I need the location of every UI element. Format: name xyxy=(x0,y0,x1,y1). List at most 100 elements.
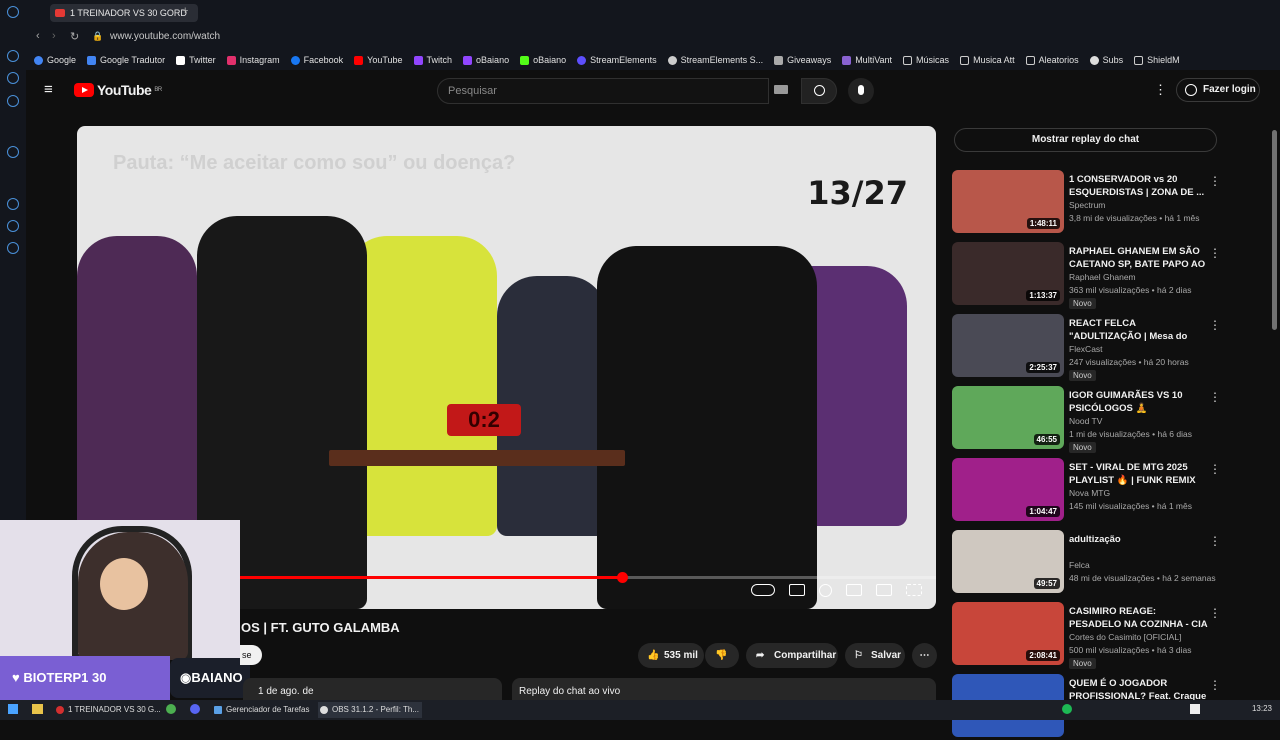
video-thumbnail[interactable]: 46:55 xyxy=(952,386,1064,449)
recommendation-title[interactable]: adultização xyxy=(1069,533,1209,559)
login-button[interactable]: Fazer login xyxy=(1176,78,1260,102)
description-box[interactable]: 1 de ago. de xyxy=(243,678,502,700)
new-tab-icon[interactable]: + xyxy=(182,5,188,17)
voice-search-button[interactable] xyxy=(848,78,874,104)
bookmark-giveaways[interactable]: Giveaways xyxy=(774,55,831,65)
url-input[interactable]: www.youtube.com/watch xyxy=(110,31,220,42)
recommendation-item[interactable]: 2:08:41 CASIMIRO REAGE: PESADELO NA COZIN… xyxy=(952,602,1222,669)
wifi-tray-icon[interactable] xyxy=(1190,704,1200,714)
more-options-icon[interactable]: ⋮ xyxy=(1154,82,1167,98)
menu-icon[interactable]: ≡ xyxy=(44,81,53,98)
dislike-button[interactable]: 👎 xyxy=(705,643,739,668)
bookmark-obaiano-twitch[interactable]: oBaiano xyxy=(463,55,509,65)
recommendation-item[interactable]: 1:48:11 1 CONSERVADOR vs 20 ESQUERDISTAS … xyxy=(952,170,1222,236)
subscribe-chip[interactable]: se xyxy=(240,645,262,665)
extensions-icon[interactable] xyxy=(7,220,19,232)
messenger-icon[interactable] xyxy=(7,50,19,62)
recommendation-channel[interactable]: Felca xyxy=(1069,560,1090,570)
more-options-icon[interactable]: ⋮ xyxy=(1209,318,1221,332)
bookmark-facebook[interactable]: Facebook xyxy=(290,55,343,65)
youtube-logo[interactable]: YouTube BR xyxy=(74,82,162,98)
keyboard-icon[interactable] xyxy=(774,85,788,94)
bookmark-subs[interactable]: Subs xyxy=(1089,55,1123,65)
theater-mode-icon[interactable] xyxy=(876,584,892,596)
recommendation-item[interactable]: 1:13:37 RAPHAEL GHANEM EM SÃO CAETANO SP,… xyxy=(952,242,1222,309)
show-chat-replay-button[interactable]: Mostrar replay do chat xyxy=(954,128,1217,152)
bookmark-shieldm[interactable]: ShieldM xyxy=(1134,55,1180,65)
recommendation-channel[interactable]: Spectrum xyxy=(1069,200,1105,210)
like-button[interactable]: 👍 535 mil xyxy=(638,643,704,668)
save-button[interactable]: ⚐ Salvar xyxy=(845,643,905,668)
settings-gear-icon[interactable] xyxy=(819,584,832,597)
more-options-icon[interactable]: ⋮ xyxy=(1209,678,1221,692)
taskbar-item-browser[interactable]: 1 TREINADOR VS 30 G... xyxy=(54,702,161,718)
bookmark-twitch[interactable]: Twitch xyxy=(413,55,452,65)
autoplay-toggle-icon[interactable] xyxy=(751,584,775,596)
subtitles-icon[interactable] xyxy=(789,584,805,596)
video-thumbnail[interactable]: 2:25:37 xyxy=(952,314,1064,377)
recommendation-channel[interactable]: FlexCast xyxy=(1069,344,1103,354)
recommendation-title[interactable]: 1 CONSERVADOR vs 20 ESQUERDISTAS | ZONA … xyxy=(1069,173,1209,199)
recommendation-title[interactable]: IGOR GUIMARÃES VS 10 PSICÓLOGOS 🧘 xyxy=(1069,389,1209,415)
bookmark-multivant[interactable]: MultiVant xyxy=(842,55,892,65)
recommendation-title[interactable]: RAPHAEL GHANEM EM SÃO CAETANO SP, BATE P… xyxy=(1069,245,1209,271)
recommendation-channel[interactable]: Cortes do Casimito [OFICIAL] xyxy=(1069,632,1181,642)
share-button[interactable]: ➦ Compartilhar xyxy=(746,643,838,668)
back-icon[interactable]: ‹ xyxy=(36,30,40,42)
video-thumbnail[interactable]: 1:48:11 xyxy=(952,170,1064,233)
file-explorer-icon[interactable] xyxy=(32,704,43,714)
miniplayer-icon[interactable] xyxy=(846,584,862,596)
reload-icon[interactable]: ↻ xyxy=(70,30,79,43)
video-thumbnail[interactable]: 1:04:47 xyxy=(952,458,1064,521)
settings-icon[interactable] xyxy=(7,242,19,254)
bookmark-aleatorios[interactable]: Aleatorios xyxy=(1025,55,1079,65)
more-options-icon[interactable]: ⋮ xyxy=(1209,462,1221,476)
search-button[interactable] xyxy=(801,78,837,104)
bookmark-obaiano-kick[interactable]: oBaiano xyxy=(520,55,566,65)
recommendation-channel[interactable]: Nova MTG xyxy=(1069,488,1110,498)
windows-start-icon[interactable] xyxy=(8,704,18,714)
recommendation-title[interactable]: SET - VIRAL DE MTG 2025 PLAYLIST 🔥 | FUN… xyxy=(1069,461,1209,487)
workspace-icon[interactable] xyxy=(7,95,19,107)
tab-youtube[interactable]: 1 TREINADOR VS 30 GORD xyxy=(50,4,198,22)
recommendation-channel[interactable]: Nood TV xyxy=(1069,416,1102,426)
discord-icon[interactable] xyxy=(190,704,200,714)
recommendation-title[interactable]: REACT FELCA "ADULTIZAÇÃO | Mesa do Pensa… xyxy=(1069,317,1209,343)
spotify-tray-icon[interactable] xyxy=(1062,704,1072,714)
video-thumbnail[interactable]: 49:57 xyxy=(952,530,1064,593)
recommendation-title[interactable]: CASIMIRO REAGE: PESADELO NA COZINHA - CI… xyxy=(1069,605,1209,631)
more-options-icon[interactable]: ⋮ xyxy=(1209,246,1221,260)
forward-icon[interactable]: › xyxy=(52,30,56,42)
taskbar-item-task-manager[interactable]: Gerenciador de Tarefas xyxy=(212,702,312,718)
bookmark-google-tradutor[interactable]: Google Tradutor xyxy=(87,55,165,65)
taskbar-item-obs[interactable]: OBS 31.1.2 - Perfil: Th... xyxy=(318,702,422,718)
more-options-icon[interactable]: ⋮ xyxy=(1209,606,1221,620)
video-thumbnail[interactable]: 2:08:41 xyxy=(952,602,1064,665)
recommendation-item[interactable]: 1:04:47 SET - VIRAL DE MTG 2025 PLAYLIST … xyxy=(952,458,1222,524)
chat-replay-panel[interactable]: Replay do chat ao vivo xyxy=(512,678,936,700)
bookmark-streamelements[interactable]: StreamElements xyxy=(577,55,657,65)
fullscreen-icon[interactable] xyxy=(906,584,922,596)
history-icon[interactable] xyxy=(7,198,19,210)
bookmark-instagram[interactable]: Instagram xyxy=(226,55,280,65)
more-options-icon[interactable]: ⋮ xyxy=(1209,174,1221,188)
bookmark-musica-att[interactable]: Musica Att xyxy=(960,55,1015,65)
bookmark-musicas[interactable]: Músicas xyxy=(903,55,949,65)
opera-icon[interactable] xyxy=(7,6,19,18)
search-input[interactable]: Pesquisar xyxy=(437,78,769,104)
recommendation-item[interactable]: 49:57 adultização Felca 48 mi de visualizaç… xyxy=(952,530,1222,596)
recommendation-item[interactable]: 2:25:37 REACT FELCA "ADULTIZAÇÃO | Mesa d… xyxy=(952,314,1222,381)
aria-icon[interactable] xyxy=(7,72,19,84)
more-actions-button[interactable]: ⋯ xyxy=(912,643,937,668)
recommendation-channel[interactable]: Raphael Ghanem xyxy=(1069,272,1136,282)
bookmark-twitter[interactable]: Twitter xyxy=(176,55,216,65)
chrome-icon[interactable] xyxy=(166,704,176,714)
video-thumbnail[interactable]: 1:13:37 xyxy=(952,242,1064,305)
bookmark-youtube[interactable]: YouTube xyxy=(354,55,403,65)
more-options-icon[interactable]: ⋮ xyxy=(1209,390,1221,404)
player-icon[interactable] xyxy=(7,146,19,158)
page-scrollbar[interactable] xyxy=(1272,130,1277,330)
bookmark-google[interactable]: Google xyxy=(34,55,76,65)
more-options-icon[interactable]: ⋮ xyxy=(1209,534,1221,548)
recommendation-item[interactable]: 46:55 IGOR GUIMARÃES VS 10 PSICÓLOGOS 🧘 No… xyxy=(952,386,1222,453)
